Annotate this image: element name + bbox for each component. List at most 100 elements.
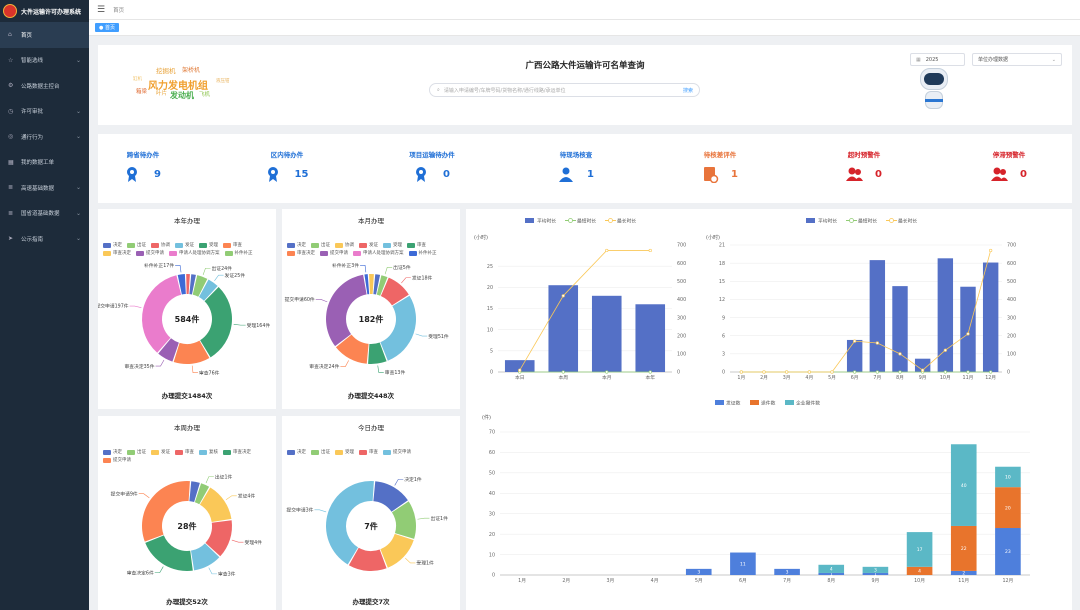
stat-card[interactable]: 跨省待办件 9 xyxy=(98,134,188,183)
line-point[interactable] xyxy=(518,368,522,372)
bar[interactable] xyxy=(960,286,976,372)
line-point[interactable] xyxy=(648,248,652,253)
line-point[interactable] xyxy=(921,368,925,372)
legend-item[interactable]: 审查 xyxy=(359,449,378,455)
donut-slice[interactable] xyxy=(380,533,414,568)
line-point[interactable] xyxy=(989,370,993,374)
legend-item[interactable]: 出证 xyxy=(311,242,330,248)
line-point[interactable] xyxy=(898,352,902,356)
donut-slice[interactable] xyxy=(380,295,416,361)
sidebar-item-4[interactable]: ◎ 通行行为 ⌄ xyxy=(0,124,89,150)
legend-item[interactable]: 平均时长 xyxy=(525,218,556,225)
line-point[interactable] xyxy=(966,332,970,336)
legend-item[interactable]: 审查 xyxy=(223,242,242,248)
bar[interactable] xyxy=(591,295,622,372)
legend-item[interactable]: 发证 xyxy=(175,242,194,248)
search-input[interactable]: ⌕ 请输入申请编号/车牌号码/货物名称/通行线路/承运单位 搜索 xyxy=(429,83,700,97)
bar[interactable] xyxy=(548,285,579,372)
stat-card[interactable]: 区内待办件 15 xyxy=(242,134,332,183)
legend-item[interactable]: 最长时长 xyxy=(886,218,917,225)
legend-item[interactable]: 最短时长 xyxy=(846,218,877,225)
legend-item[interactable]: 补件补正 xyxy=(408,250,437,256)
line-point[interactable] xyxy=(648,370,652,374)
bar[interactable] xyxy=(869,260,886,372)
line-point[interactable] xyxy=(739,370,743,374)
sidebar-item-1[interactable]: ☆ 智能选线 ⌄ xyxy=(0,48,89,74)
donut-slice[interactable] xyxy=(186,274,190,295)
legend-item[interactable]: 最长时长 xyxy=(605,218,636,225)
bar[interactable] xyxy=(982,262,999,372)
line-point[interactable] xyxy=(875,341,879,345)
legend-item[interactable]: 平均时长 xyxy=(806,218,837,225)
donut-slice[interactable] xyxy=(326,274,367,347)
legend-item[interactable]: 审查 xyxy=(407,242,426,248)
legend-item[interactable]: 受理 xyxy=(335,449,354,455)
legend-item[interactable]: 出证 xyxy=(311,449,330,455)
line-point[interactable] xyxy=(605,248,609,253)
stat-card[interactable]: 待核差评件 1 xyxy=(675,134,765,183)
line-point[interactable] xyxy=(853,339,857,343)
legend-item[interactable]: 协调 xyxy=(151,242,170,248)
legend-item[interactable]: 决定 xyxy=(103,449,122,455)
stat-card[interactable]: 停滞预警件 0 xyxy=(964,134,1054,183)
legend-item[interactable]: 受理 xyxy=(383,242,402,248)
line-point[interactable] xyxy=(943,348,947,352)
legend-item[interactable]: 决定 xyxy=(103,242,122,248)
sidebar-item-8[interactable]: ➤ 公示指南 ⌄ xyxy=(0,226,89,252)
donut-slice[interactable] xyxy=(145,535,193,571)
bar[interactable] xyxy=(635,304,666,372)
line-point[interactable] xyxy=(605,370,609,374)
legend-item[interactable]: 企业撤件数 xyxy=(785,400,820,407)
line-point[interactable] xyxy=(966,370,970,374)
line-point[interactable] xyxy=(875,370,879,374)
legend-item[interactable]: 审查决定 xyxy=(287,250,315,256)
legend-item[interactable]: 发证 xyxy=(151,449,170,455)
sidebar-item-0[interactable]: ⌂ 首页 xyxy=(0,22,89,48)
legend-item[interactable]: 提交申请 xyxy=(383,449,411,455)
legend-item[interactable]: 最短时长 xyxy=(565,218,596,225)
legend-item[interactable]: 退件数 xyxy=(750,400,776,407)
legend-item[interactable]: 出证 xyxy=(127,242,146,248)
legend-item[interactable]: 提交申请 xyxy=(136,250,164,256)
search-button[interactable]: 搜索 xyxy=(683,87,693,94)
legend-item[interactable]: 补件补正 xyxy=(224,250,253,256)
line-point[interactable] xyxy=(785,370,789,374)
legend-item[interactable]: 申请人处理协调方案 xyxy=(169,250,220,256)
line-point[interactable] xyxy=(853,370,857,374)
bar[interactable] xyxy=(846,339,863,372)
legend-item[interactable]: 提交申请 xyxy=(103,457,131,463)
stat-card[interactable]: 超时预警件 0 xyxy=(819,134,909,183)
legend-item[interactable]: 申请人处理协调方案 xyxy=(353,250,404,256)
legend-item[interactable]: 受理 xyxy=(199,242,218,248)
donut-slice[interactable] xyxy=(369,274,374,295)
unit-select[interactable]: 单位办理数据 ⌄ xyxy=(972,53,1062,66)
line-point[interactable] xyxy=(762,370,766,374)
line-point[interactable] xyxy=(561,294,565,298)
sidebar-item-3[interactable]: ◷ 许可审批 ⌄ xyxy=(0,99,89,125)
sidebar-item-2[interactable]: ⚙ 公路数据主控台 xyxy=(0,73,89,99)
stat-card[interactable]: 项目运输待办件 0 xyxy=(387,134,477,183)
menu-toggle-icon[interactable]: ☰ xyxy=(97,5,105,15)
sidebar-item-6[interactable]: ≣ 高速基础数据 ⌄ xyxy=(0,175,89,201)
legend-item[interactable]: 协调 xyxy=(335,242,354,248)
breadcrumb[interactable]: 首页 xyxy=(113,6,124,14)
sidebar-item-7[interactable]: ≣ 国省道基础数据 ⌄ xyxy=(0,201,89,227)
donut-slice[interactable] xyxy=(142,481,190,542)
line-point[interactable] xyxy=(561,370,565,374)
sidebar-item-5[interactable]: ▦ 我的数据工单 xyxy=(0,150,89,176)
legend-item[interactable]: 审查决定 xyxy=(103,250,131,256)
tab-home[interactable]: ● 首页 xyxy=(95,23,119,32)
legend-item[interactable]: 审查 xyxy=(175,449,194,455)
line-point[interactable] xyxy=(989,248,993,253)
stat-card[interactable]: 待现场核查 1 xyxy=(531,134,621,183)
legend-item[interactable]: 复核 xyxy=(199,449,218,455)
legend-item[interactable]: 决定 xyxy=(287,242,306,248)
line-point[interactable] xyxy=(830,370,834,374)
line-point[interactable] xyxy=(943,370,947,374)
legend-item[interactable]: 发证 xyxy=(359,242,378,248)
legend-item[interactable]: 发证数 xyxy=(715,400,741,407)
legend-item[interactable]: 出证 xyxy=(127,449,146,455)
legend-item[interactable]: 审查决定 xyxy=(223,449,251,455)
legend-item[interactable]: 提交申请 xyxy=(320,250,348,256)
legend-item[interactable]: 决定 xyxy=(287,449,306,455)
